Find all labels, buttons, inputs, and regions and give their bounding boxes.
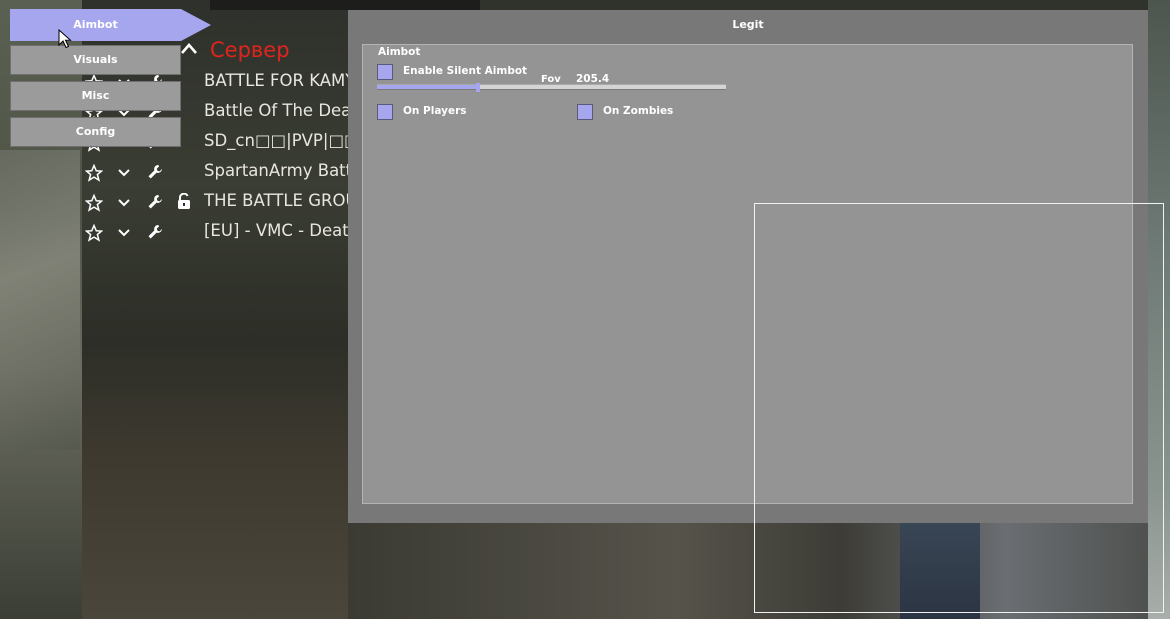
expand-chevron-icon[interactable] xyxy=(117,167,131,179)
wrench-icon[interactable] xyxy=(147,224,163,240)
server-name: BATTLE FOR KAMY xyxy=(204,71,350,90)
silent-aimbot-checkbox[interactable] xyxy=(377,64,393,80)
background-top-dark xyxy=(210,0,480,10)
server-name: Battle Of The Dead xyxy=(204,101,350,120)
fov-slider[interactable] xyxy=(377,83,726,92)
server-name: [EU] - VMC - Death xyxy=(204,221,350,240)
on-players-checkbox[interactable] xyxy=(377,104,393,120)
tab-visuals[interactable]: Visuals xyxy=(10,45,181,75)
server-row[interactable]: THE BATTLE GROU xyxy=(80,190,350,220)
tab-aimbot-label: Aimbot xyxy=(73,18,118,31)
server-row[interactable]: [EU] - VMC - Death xyxy=(80,220,350,250)
wrench-icon[interactable] xyxy=(147,194,163,210)
fov-outline-rectangle xyxy=(754,203,1164,613)
server-name: SD_cn□□|PVP|□□| xyxy=(204,131,350,150)
tab-misc[interactable]: Misc xyxy=(10,81,181,111)
expand-chevron-icon[interactable] xyxy=(117,227,131,239)
mouse-cursor-icon xyxy=(58,29,72,49)
fov-slider-fill xyxy=(377,85,479,89)
unlock-icon xyxy=(178,193,190,209)
on-zombies-label: On Zombies xyxy=(603,105,674,117)
server-name: THE BATTLE GROU xyxy=(204,191,350,210)
tab-config[interactable]: Config xyxy=(10,117,181,147)
tab-aimbot[interactable]: Aimbot xyxy=(10,9,211,41)
server-row[interactable]: SpartanArmy Battle xyxy=(80,160,350,190)
expand-chevron-icon[interactable] xyxy=(117,197,131,209)
server-name: SpartanArmy Battle xyxy=(204,161,350,180)
favorite-star-icon[interactable] xyxy=(85,224,103,242)
panel-title: Legit xyxy=(732,18,764,31)
on-players-label: On Players xyxy=(403,105,467,117)
favorite-star-icon[interactable] xyxy=(85,194,103,212)
group-title: Aimbot xyxy=(378,46,421,58)
server-column-header[interactable]: Сервер xyxy=(210,38,290,62)
fov-slider-handle[interactable] xyxy=(476,83,481,92)
wrench-icon[interactable] xyxy=(147,164,163,180)
silent-aimbot-label: Enable Silent Aimbot xyxy=(403,65,528,77)
on-zombies-checkbox[interactable] xyxy=(577,104,593,120)
favorite-star-icon[interactable] xyxy=(85,164,103,182)
background-road xyxy=(0,150,80,450)
sort-up-chevron-icon[interactable] xyxy=(180,40,198,58)
